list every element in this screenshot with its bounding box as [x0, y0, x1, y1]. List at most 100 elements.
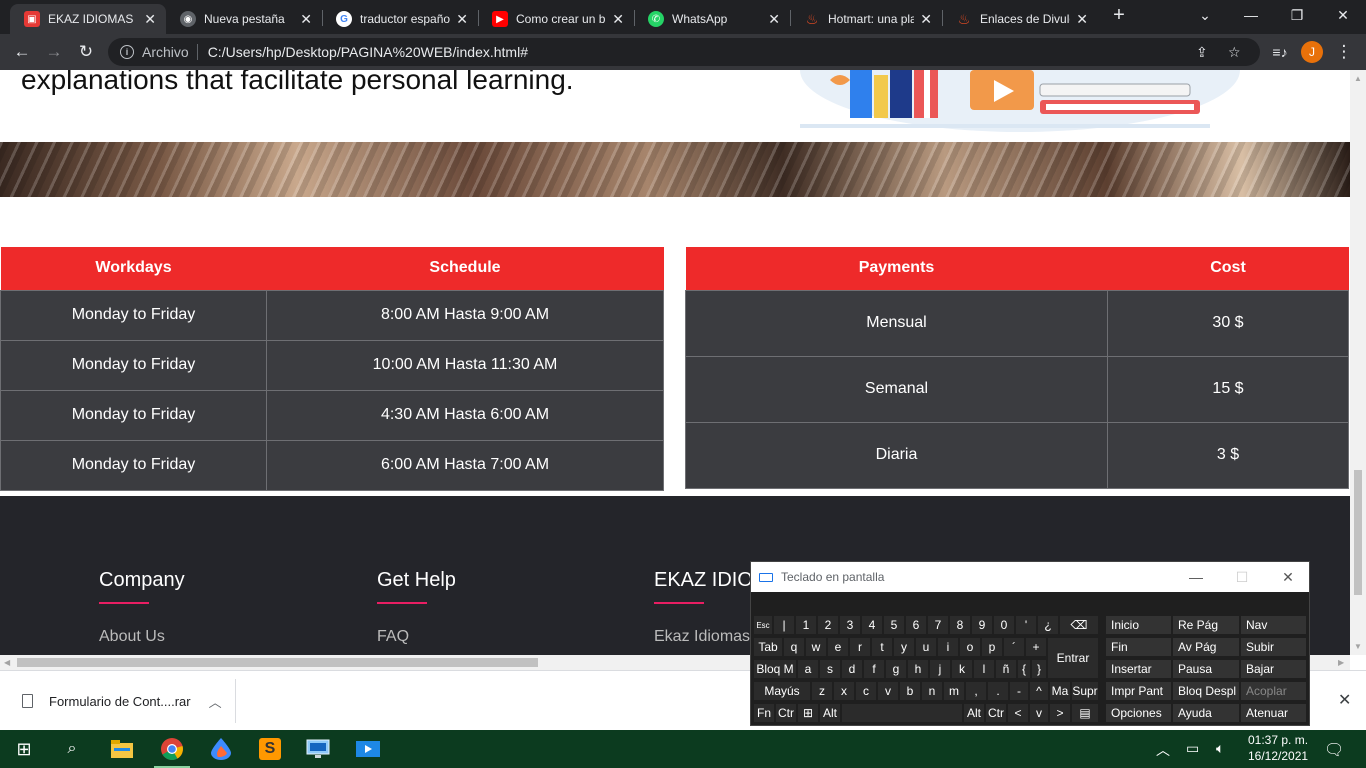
close-window-button[interactable]: ✕	[1320, 0, 1366, 30]
tab-ekaz-idiomas[interactable]: ▣ EKAZ IDIOMAS ✕	[10, 4, 166, 34]
chevron-up-icon[interactable]: ︿	[1156, 740, 1170, 760]
key[interactable]: p	[981, 637, 1003, 657]
close-icon[interactable]: ✕	[1076, 11, 1088, 28]
key[interactable]: t	[871, 637, 893, 657]
key[interactable]: d	[841, 659, 863, 679]
key[interactable]: j	[929, 659, 951, 679]
key[interactable]: z	[811, 681, 833, 701]
chevron-up-icon[interactable]: ︿	[209, 692, 222, 711]
chrome-taskbar-icon[interactable]	[154, 737, 190, 768]
ctrl-key[interactable]: Ctr	[985, 703, 1007, 723]
download-item[interactable]: Formulario de Cont....rar ︿	[0, 679, 236, 723]
minimize-button[interactable]: —	[1173, 562, 1219, 592]
key-fin[interactable]: Fin	[1105, 637, 1172, 657]
vertical-scrollbar[interactable]: ▲ ▼	[1350, 70, 1366, 655]
key[interactable]: r	[849, 637, 871, 657]
key[interactable]: 1	[795, 615, 817, 635]
new-tab-button[interactable]: +	[1096, 0, 1142, 30]
footer-link-about-us[interactable]: About Us	[99, 628, 185, 646]
key[interactable]: 4	[861, 615, 883, 635]
key[interactable]: q	[783, 637, 805, 657]
maximize-button[interactable]: ☐	[1219, 562, 1265, 592]
arrow-left-key[interactable]: <	[1007, 703, 1029, 723]
paint-app-icon[interactable]	[209, 737, 233, 761]
sublime-text-icon[interactable]: S	[258, 737, 282, 761]
profile-button[interactable]: J	[1298, 38, 1326, 66]
key-bloq-despl[interactable]: Bloq Despl	[1172, 681, 1240, 701]
key[interactable]: ´	[1003, 637, 1025, 657]
remote-desktop-icon[interactable]	[306, 737, 330, 761]
tab-hotmart[interactable]: ♨ Hotmart: una pla ✕	[790, 4, 942, 34]
space-key[interactable]	[841, 703, 963, 723]
windows-key[interactable]: ⊞	[797, 703, 819, 723]
key-ayuda[interactable]: Ayuda	[1172, 703, 1240, 723]
key[interactable]: 5	[883, 615, 905, 635]
key[interactable]: ,	[965, 681, 987, 701]
key[interactable]: 6	[905, 615, 927, 635]
key[interactable]: y	[893, 637, 915, 657]
close-icon[interactable]: ✕	[300, 11, 312, 28]
system-clock[interactable]: 01:37 p. m. 16/12/2021	[1248, 732, 1308, 764]
key-bajar[interactable]: Bajar	[1240, 659, 1307, 679]
footer-link-faq[interactable]: FAQ	[377, 628, 456, 646]
scrollbar-thumb[interactable]	[1354, 470, 1362, 595]
key[interactable]: 9	[971, 615, 993, 635]
alt-key[interactable]: Alt	[819, 703, 841, 723]
info-icon[interactable]: i	[120, 45, 134, 59]
key[interactable]: 8	[949, 615, 971, 635]
key[interactable]: s	[819, 659, 841, 679]
key[interactable]: ñ	[995, 659, 1017, 679]
tab-youtube[interactable]: ▶ Como crear un b ✕	[478, 4, 634, 34]
key[interactable]: 3	[839, 615, 861, 635]
file-explorer-icon[interactable]	[110, 737, 134, 761]
start-windows-icon[interactable]: ⊞	[12, 737, 36, 761]
key-esc[interactable]: Esc	[753, 615, 773, 635]
key[interactable]: '	[1015, 615, 1037, 635]
key[interactable]: +	[1025, 637, 1047, 657]
close-icon[interactable]: ✕	[768, 11, 780, 28]
backspace-key[interactable]: ⌫	[1059, 615, 1099, 635]
back-button[interactable]: ←	[8, 38, 36, 66]
notification-icon[interactable]: 🗨︎	[1324, 740, 1344, 760]
scroll-up-icon[interactable]: ▲	[1354, 74, 1362, 83]
alt-gr-key[interactable]: Alt	[963, 703, 985, 723]
key-atenuar[interactable]: Atenuar	[1240, 703, 1307, 723]
tab-traductor[interactable]: G traductor españo ✕	[322, 4, 478, 34]
key[interactable]: }	[1031, 659, 1047, 679]
search-icon[interactable]: ⌕	[60, 737, 84, 761]
close-downloads-button[interactable]: ✕	[1338, 690, 1351, 710]
key[interactable]: i	[937, 637, 959, 657]
shift-key[interactable]: Mayús	[753, 681, 811, 701]
restore-button[interactable]: ❐	[1274, 0, 1320, 30]
key[interactable]: |	[773, 615, 795, 635]
forward-button[interactable]: →	[40, 38, 68, 66]
key-impr-pant[interactable]: Impr Pant	[1105, 681, 1172, 701]
key[interactable]: o	[959, 637, 981, 657]
key[interactable]: u	[915, 637, 937, 657]
minimize-button[interactable]: —	[1228, 0, 1274, 30]
key[interactable]: {	[1017, 659, 1031, 679]
key[interactable]: 7	[927, 615, 949, 635]
key[interactable]: 0	[993, 615, 1015, 635]
scroll-left-icon[interactable]: ◀	[4, 658, 10, 667]
key[interactable]: Ma	[1049, 681, 1071, 701]
scrollbar-thumb[interactable]	[17, 658, 538, 667]
close-button[interactable]: ✕	[1265, 562, 1311, 592]
key[interactable]: w	[805, 637, 827, 657]
fn-key[interactable]: Fn	[753, 703, 775, 723]
close-icon[interactable]: ✕	[144, 11, 156, 28]
arrow-down-key[interactable]: v	[1029, 703, 1049, 723]
key[interactable]: h	[907, 659, 929, 679]
volume-icon[interactable]: 🔈︎	[1216, 740, 1224, 757]
key-insertar[interactable]: Insertar	[1105, 659, 1172, 679]
arrow-right-key[interactable]: >	[1049, 703, 1071, 723]
tab-search-button[interactable]: ⌄	[1182, 0, 1228, 30]
tab-nueva-pestana[interactable]: ◉ Nueva pestaña ✕	[166, 4, 322, 34]
key-subir[interactable]: Subir	[1240, 637, 1307, 657]
key[interactable]: l	[973, 659, 995, 679]
key[interactable]: c	[855, 681, 877, 701]
key[interactable]: e	[827, 637, 849, 657]
tab-enlaces[interactable]: ♨ Enlaces de Divulg ✕	[942, 4, 1098, 34]
key[interactable]: n	[921, 681, 943, 701]
key-opciones[interactable]: Opciones	[1105, 703, 1172, 723]
